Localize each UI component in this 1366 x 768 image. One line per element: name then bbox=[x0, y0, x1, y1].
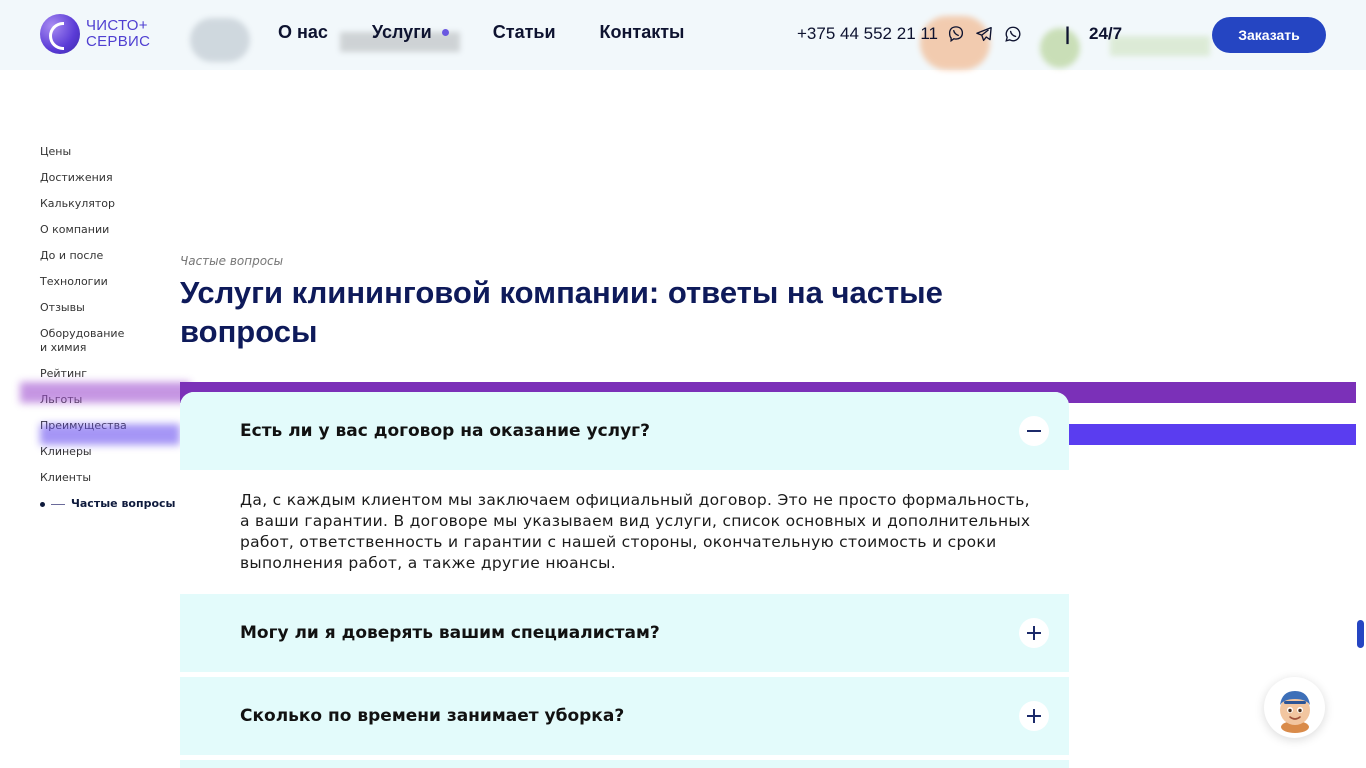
header-separator: | bbox=[1065, 24, 1071, 44]
nav-services-label: Услуги bbox=[371, 22, 432, 42]
sidebar-item-faq[interactable]: Частые вопросы bbox=[40, 497, 180, 523]
dropdown-dot-icon bbox=[441, 29, 449, 36]
nav-services[interactable]: Услуги bbox=[372, 22, 449, 43]
nav-contacts[interactable]: Контакты bbox=[600, 22, 685, 43]
page-title: Услуги клининговой компании: ответы на ч… bbox=[180, 275, 943, 349]
sidebar-item-reviews[interactable]: Отзывы bbox=[40, 301, 180, 327]
nav-about[interactable]: О нас bbox=[278, 22, 328, 43]
faq-answer: Да, с каждым клиентом мы заключаем офици… bbox=[240, 491, 1031, 572]
sidebar-item-equipment-label: Оборудование и химия bbox=[40, 327, 125, 354]
faq-item[interactable]: Сколько по времени занимает уборка? bbox=[180, 677, 1069, 755]
faq-question: Могу ли я доверять вашим специалистам? bbox=[240, 623, 660, 643]
whatsapp-icon[interactable] bbox=[1004, 25, 1022, 43]
faq-question: Сколько по времени занимает уборка? bbox=[240, 706, 625, 726]
scroll-indicator[interactable] bbox=[1357, 620, 1364, 648]
sidebar-item-prices[interactable]: Цены bbox=[40, 145, 180, 171]
sidebar-item-before-after[interactable]: До и после bbox=[40, 249, 180, 275]
sidebar-item-technologies[interactable]: Технологии bbox=[40, 275, 180, 301]
faq-item[interactable]: Могу ли я доверять вашим специалистам? bbox=[180, 594, 1069, 672]
decor-stripe-blur bbox=[40, 424, 180, 445]
order-button[interactable]: Заказать bbox=[1212, 17, 1326, 53]
site-logo[interactable]: ЧИСТО+ СЕРВИС bbox=[40, 14, 150, 54]
sidebar-item-equipment[interactable]: Оборудование и химия bbox=[40, 327, 180, 367]
sidebar-item-calculator[interactable]: Калькулятор bbox=[40, 197, 180, 223]
decor-stripe-blur bbox=[20, 382, 190, 403]
phone-link[interactable]: +375 44 552 21 11 bbox=[797, 24, 938, 44]
logo-mark-icon bbox=[40, 14, 80, 54]
assistant-avatar-icon bbox=[1279, 690, 1310, 733]
logo-text-line1: ЧИСТО+ bbox=[86, 17, 148, 34]
collapse-minus-icon[interactable] bbox=[1019, 416, 1049, 446]
telegram-icon[interactable] bbox=[975, 25, 993, 43]
expand-plus-icon[interactable] bbox=[1019, 618, 1049, 648]
active-bullet-icon bbox=[40, 502, 45, 507]
main-nav: О нас Услуги Статьи Контакты bbox=[278, 22, 728, 43]
expand-plus-icon[interactable] bbox=[1019, 701, 1049, 731]
active-line-icon bbox=[51, 504, 65, 505]
viber-icon[interactable] bbox=[947, 25, 965, 43]
nav-articles[interactable]: Статьи bbox=[493, 22, 556, 43]
sidebar-item-clients[interactable]: Клиенты bbox=[40, 471, 180, 497]
sidebar-item-about-company[interactable]: О компании bbox=[40, 223, 180, 249]
section-sidebar: Цены Достижения Калькулятор О компании Д… bbox=[40, 145, 180, 523]
section-eyebrow: Частые вопросы bbox=[180, 254, 284, 268]
faq-question: Есть ли у вас договор на оказание услуг? bbox=[240, 421, 650, 441]
chat-assistant-button[interactable] bbox=[1264, 677, 1325, 738]
faq-item-partial[interactable] bbox=[180, 760, 1069, 768]
faq-item-expanded: Есть ли у вас договор на оказание услуг?… bbox=[180, 392, 1069, 592]
sidebar-item-achievements[interactable]: Достижения bbox=[40, 171, 180, 197]
sidebar-item-cleaners[interactable]: Клинеры bbox=[40, 445, 180, 471]
site-header: ЧИСТО+ СЕРВИС О нас Услуги Статьи Контак… bbox=[0, 0, 1366, 70]
working-hours: 24/7 bbox=[1089, 24, 1123, 43]
sidebar-item-faq-label: Частые вопросы bbox=[71, 497, 176, 510]
logo-text-line2: СЕРВИС bbox=[86, 33, 151, 50]
faq-question-header[interactable]: Есть ли у вас договор на оказание услуг? bbox=[180, 392, 1069, 470]
